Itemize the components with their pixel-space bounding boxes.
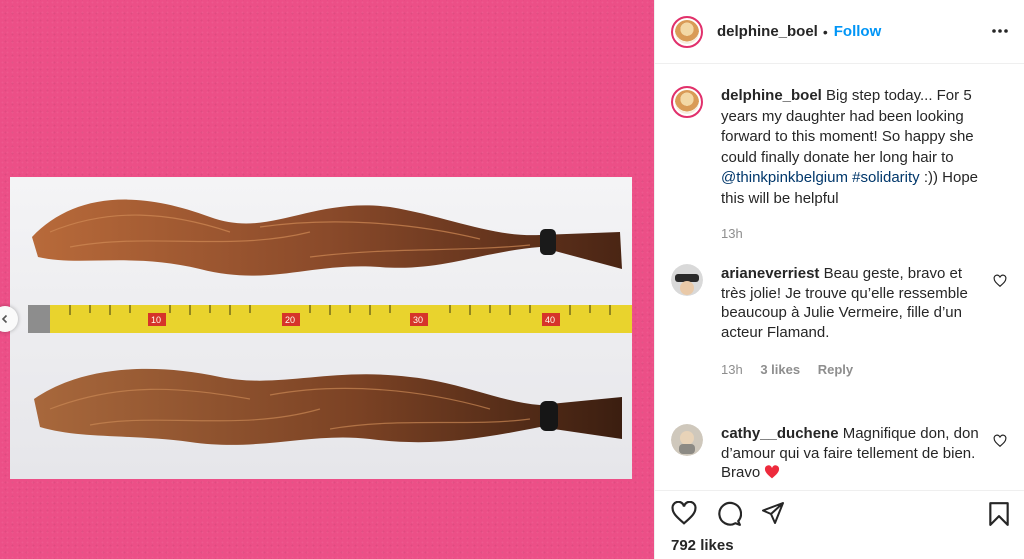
avatar-image: [671, 424, 703, 456]
measuring-tape: 10 20 30 40: [28, 305, 632, 333]
follow-button[interactable]: Follow: [834, 23, 882, 40]
comment-meta: 13h 3 likes Reply: [721, 360, 983, 380]
comment: cathy__duchene Magnifique don, don d’amo…: [671, 424, 1011, 483]
tape-number: 20: [285, 315, 295, 325]
heart-emoji-icon: [765, 465, 780, 479]
comment-bubble-icon[interactable]: [716, 501, 742, 527]
comment-likes[interactable]: 3 likes: [760, 362, 800, 377]
caption-mention[interactable]: @thinkpinkbelgium: [721, 169, 848, 186]
caption-username[interactable]: delphine_boel: [721, 87, 822, 104]
post-photo[interactable]: 10 20 30 40: [10, 177, 632, 479]
avatar[interactable]: [671, 15, 703, 48]
paper-plane-icon[interactable]: [761, 501, 785, 525]
caption-text: delphine_boel Big step today... For 5 ye…: [721, 86, 1001, 245]
reply-button[interactable]: Reply: [818, 362, 853, 377]
hair-tie-bottom: [540, 401, 558, 431]
comment-username[interactable]: arianeverriest: [721, 265, 819, 282]
post-media: 10 20 30 40: [0, 0, 654, 559]
heart-icon[interactable]: [671, 501, 697, 525]
more-horizontal-icon[interactable]: [991, 22, 1009, 40]
comment-body: arianeverriest Beau geste, bravo et très…: [721, 264, 983, 380]
caption: delphine_boel Big step today... For 5 ye…: [671, 86, 1011, 245]
hair-lock-bottom: [34, 368, 622, 445]
tape-number: 40: [545, 315, 555, 325]
tape-number: 10: [151, 315, 161, 325]
avatar[interactable]: [671, 86, 703, 118]
likes-count[interactable]: 792 likes: [671, 537, 734, 554]
post-header: delphine_boel • Follow: [655, 0, 1024, 64]
hair-lock-top: [32, 199, 622, 276]
caption-timestamp[interactable]: 13h: [721, 224, 1001, 245]
post-actions-bar: [655, 490, 1024, 530]
hair-photo-illustration: 10 20 30 40: [28, 199, 632, 445]
separator-dot: •: [822, 23, 828, 40]
heart-icon[interactable]: [993, 434, 1007, 448]
comment-username[interactable]: cathy__duchene: [721, 425, 839, 442]
avatar[interactable]: [671, 424, 703, 456]
chevron-left-icon: [1, 314, 8, 324]
comment: arianeverriest Beau geste, bravo et très…: [671, 264, 1011, 380]
caption-hashtag[interactable]: #solidarity: [852, 169, 920, 186]
avatar[interactable]: [671, 264, 703, 296]
hair-tie-top: [540, 229, 556, 255]
tape-number: 30: [413, 315, 423, 325]
bookmark-icon[interactable]: [988, 501, 1010, 527]
post-details-panel: delphine_boel • Follow delphine_boel Big…: [654, 0, 1024, 559]
comment-body: cathy__duchene Magnifique don, don d’amo…: [721, 424, 983, 483]
header-username[interactable]: delphine_boel: [717, 23, 818, 40]
avatar-image: [671, 264, 703, 296]
comment-time[interactable]: 13h: [721, 362, 743, 377]
heart-icon[interactable]: [993, 274, 1007, 288]
